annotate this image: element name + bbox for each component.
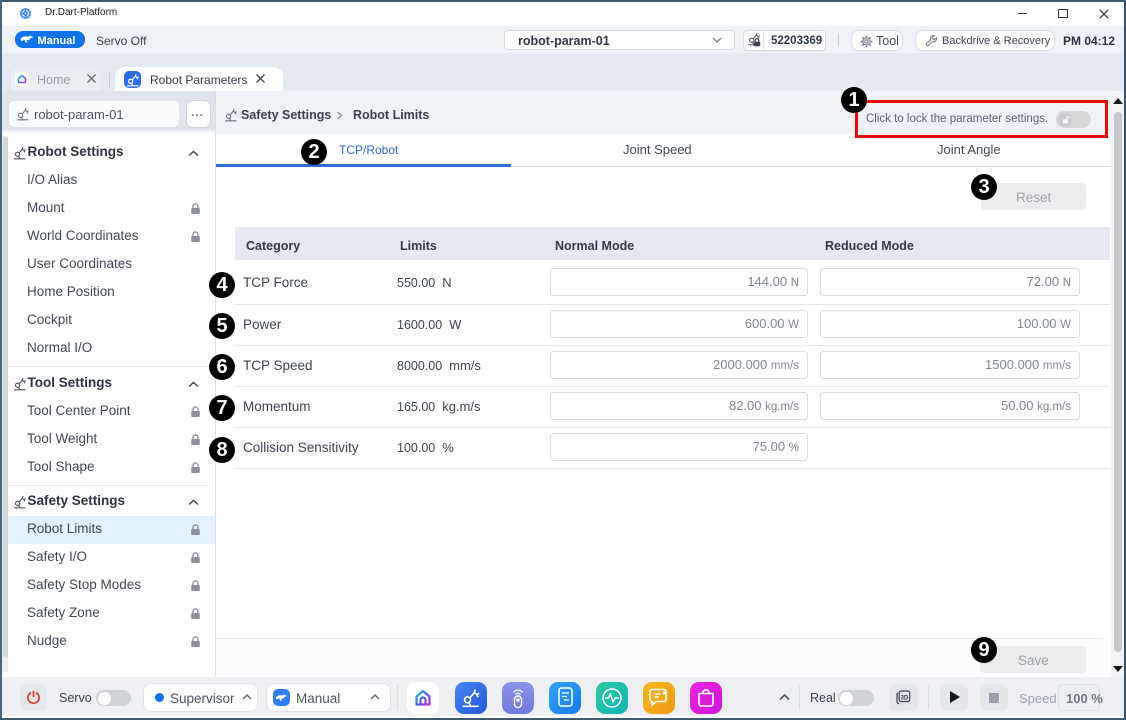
svg-text:3D: 3D <box>900 694 908 701</box>
